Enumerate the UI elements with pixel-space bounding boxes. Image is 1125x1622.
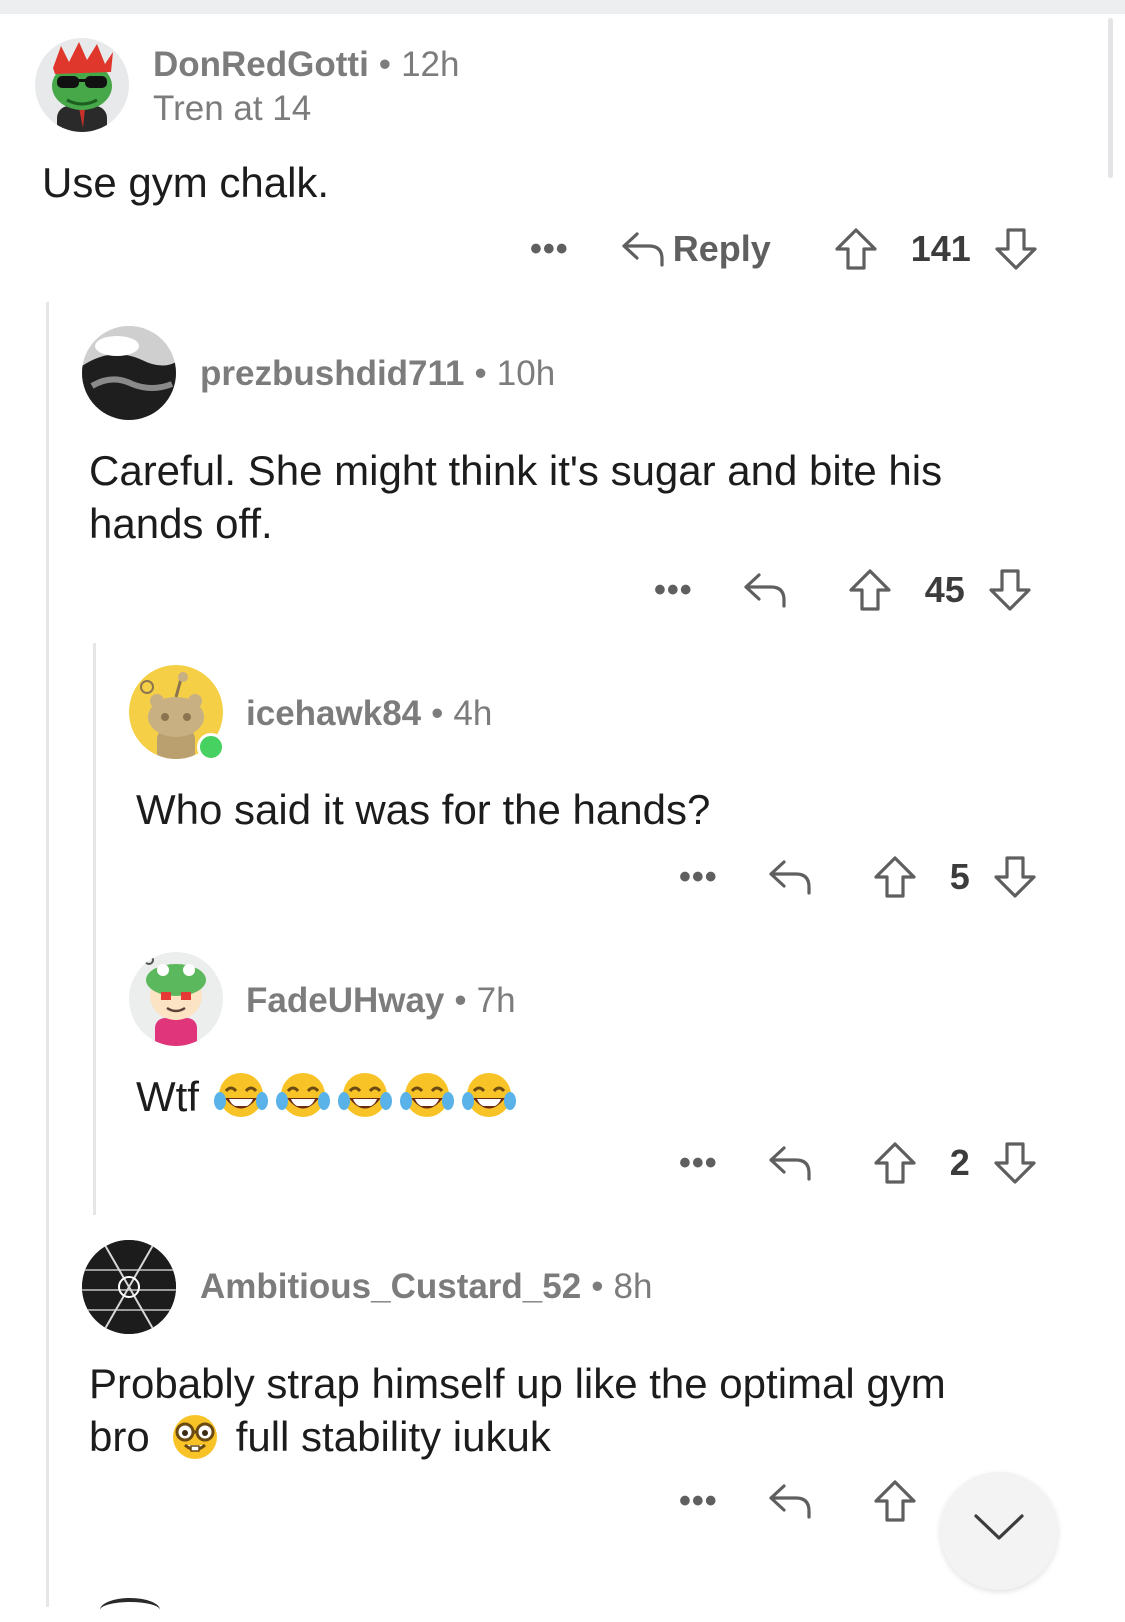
nerd-face-icon <box>172 1414 217 1459</box>
vote-controls: 2 <box>872 1140 1038 1186</box>
upvote-arrow-icon[interactable] <box>872 1478 918 1524</box>
downvote-arrow-icon[interactable] <box>987 567 1033 613</box>
comment-body: Who said it was for the hands? <box>136 786 711 833</box>
reply-button[interactable] <box>768 858 812 896</box>
comment-actions: ••• <box>679 1476 918 1526</box>
reply-arrow-icon <box>769 1484 811 1519</box>
separator: • <box>591 1267 604 1306</box>
timestamp: 10h <box>496 354 556 393</box>
separator: • <box>454 981 467 1020</box>
reply-button[interactable]: Reply <box>621 228 771 270</box>
username[interactable]: FadeUHway <box>246 981 444 1020</box>
reply-arrow-icon <box>744 573 786 608</box>
vote-score: 2 <box>949 1142 970 1183</box>
vote-controls: 45 <box>847 567 1033 613</box>
online-status-indicator <box>197 733 225 761</box>
comment-body-line: hands off. <box>89 500 273 547</box>
comment-actions: ••• 5 <box>679 852 1038 902</box>
upvote-arrow-icon[interactable] <box>872 1140 918 1186</box>
username[interactable]: Ambitious_Custard_52 <box>200 1267 581 1306</box>
avatar[interactable] <box>82 1240 176 1334</box>
comment-body-prefix: bro <box>89 1413 150 1460</box>
face-with-tears-of-joy-icon <box>337 1072 392 1117</box>
reply-arrow-icon <box>769 1146 811 1181</box>
chevron-down-icon <box>974 1514 1024 1540</box>
more-options-button[interactable]: ••• <box>654 573 693 607</box>
separator: • <box>378 45 392 84</box>
avatar[interactable] <box>129 952 223 1046</box>
comment-body-line-wrap: bro full stability iukuk <box>89 1410 946 1463</box>
next-comment-button[interactable] <box>940 1472 1058 1590</box>
comment-meta: DonRedGotti • 12h <box>153 47 459 82</box>
vote-score: 45 <box>924 569 965 610</box>
upvote-arrow-icon[interactable] <box>847 567 893 613</box>
avatar-wrapper <box>129 665 229 765</box>
avatar[interactable] <box>82 326 176 420</box>
reply-button[interactable] <box>743 571 787 609</box>
upvote-arrow-icon[interactable] <box>833 226 879 272</box>
vote-score: 5 <box>949 856 970 897</box>
comment-body: Probably strap himself up like the optim… <box>89 1357 946 1463</box>
comment-body: Use gym chalk. <box>42 159 330 206</box>
more-options-button[interactable]: ••• <box>679 860 718 894</box>
comment-meta: icehawk84 • 4h <box>246 696 492 731</box>
reply-label: Reply <box>672 228 771 269</box>
vote-controls: 5 <box>872 854 1038 900</box>
more-options-button[interactable]: ••• <box>679 1146 718 1180</box>
comment-body-text: Wtf <box>136 1073 199 1120</box>
reply-arrow-icon <box>622 232 664 267</box>
face-with-tears-of-joy-icon <box>213 1072 268 1117</box>
separator: • <box>431 694 444 733</box>
username[interactable]: icehawk84 <box>246 694 421 733</box>
comment-body: Careful. She might think it's sugar and … <box>89 444 942 550</box>
timestamp: 12h <box>401 45 460 84</box>
face-with-tears-of-joy-icon <box>461 1072 516 1117</box>
separator: • <box>474 354 487 393</box>
username[interactable]: prezbushdid711 <box>200 354 465 393</box>
downvote-arrow-icon[interactable] <box>992 1140 1038 1186</box>
reply-button[interactable] <box>768 1144 812 1182</box>
vote-controls <box>872 1478 918 1524</box>
comment-meta: FadeUHway • 7h <box>246 983 516 1018</box>
comment-actions: ••• Reply 141 <box>530 224 1039 274</box>
username[interactable]: DonRedGotti <box>153 45 369 84</box>
scrollbar[interactable] <box>1108 18 1113 178</box>
downvote-arrow-icon[interactable] <box>993 226 1039 272</box>
thread-line-level-1[interactable] <box>46 302 49 1607</box>
thread-line-level-2[interactable] <box>93 643 96 1215</box>
comment-body-line: Careful. She might think it's sugar and … <box>89 447 943 494</box>
vote-score: 141 <box>910 228 971 269</box>
more-options-button[interactable]: ••• <box>679 1484 718 1518</box>
comment-body-suffix: full stability iukuk <box>235 1413 551 1460</box>
comment-meta: prezbushdid711 • 10h <box>200 356 555 391</box>
upvote-arrow-icon[interactable] <box>872 854 918 900</box>
reply-button[interactable] <box>768 1482 812 1520</box>
user-flair: Tren at 14 <box>153 89 312 128</box>
comment-actions: ••• 45 <box>654 565 1033 615</box>
downvote-arrow-icon[interactable] <box>992 854 1038 900</box>
vote-controls: 141 <box>833 226 1039 272</box>
more-options-button[interactable]: ••• <box>530 232 569 266</box>
timestamp: 8h <box>613 1267 653 1306</box>
timestamp: 4h <box>453 694 493 733</box>
emoji-group <box>213 1071 517 1123</box>
comment-actions: ••• 2 <box>679 1138 1038 1188</box>
timestamp: 7h <box>476 981 516 1020</box>
comment-body: Wtf <box>136 1070 517 1123</box>
avatar[interactable] <box>35 38 129 132</box>
face-with-tears-of-joy-icon <box>399 1072 454 1117</box>
comment-body-line: Probably strap himself up like the optim… <box>89 1360 946 1407</box>
comment-meta: Ambitious_Custard_52 • 8h <box>200 1269 652 1304</box>
reply-arrow-icon <box>769 860 811 895</box>
face-with-tears-of-joy-icon <box>275 1072 330 1117</box>
next-comment-avatar-partial <box>100 1598 160 1622</box>
top-status-strip <box>0 0 1125 14</box>
